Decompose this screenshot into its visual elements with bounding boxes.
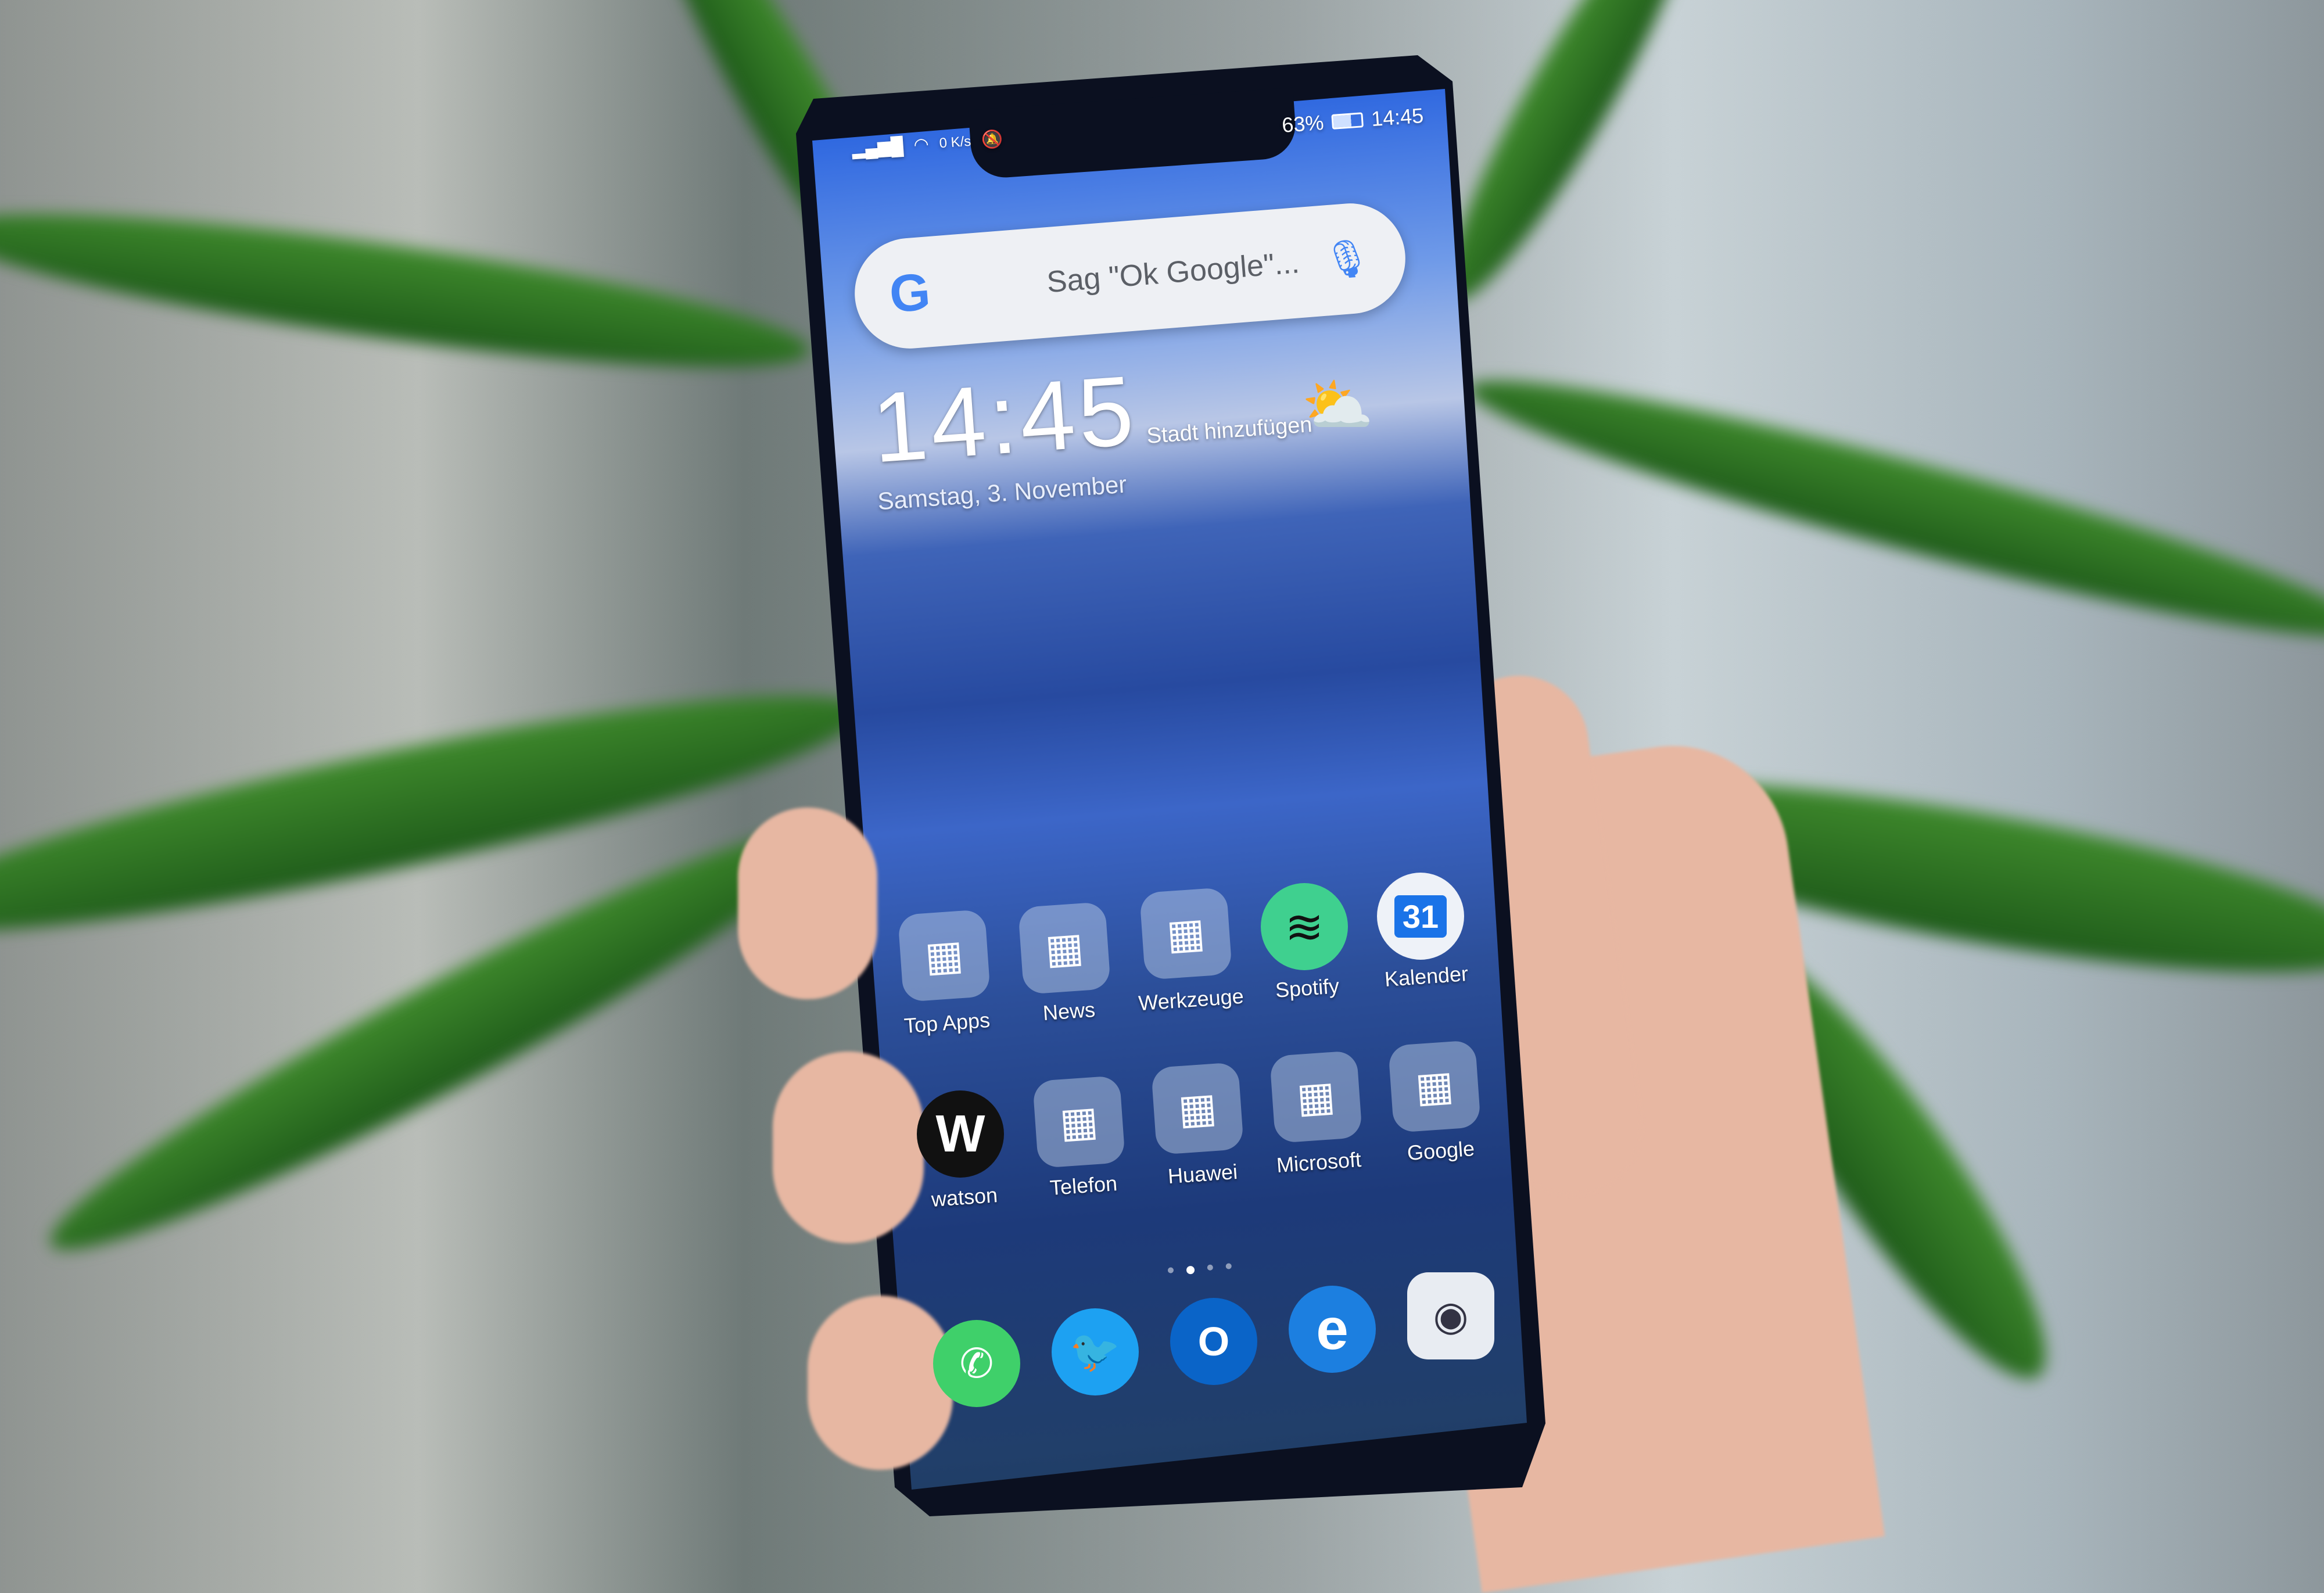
twitter-icon[interactable]: 🐦 [1052, 1308, 1139, 1395]
clock-time: 14:45 [869, 355, 1141, 484]
whatsapp-icon[interactable]: ✆ [933, 1320, 1020, 1407]
calendar-day: 31 [1394, 895, 1447, 938]
network-speed: 0 K/s [938, 133, 972, 151]
battery-percent: 63% [1281, 110, 1325, 137]
status-time: 14:45 [1370, 103, 1425, 131]
page-dot-active [1186, 1265, 1195, 1275]
plant-leaf [0, 184, 816, 397]
plant-leaf [1457, 346, 2324, 671]
microphone-icon[interactable]: 🎙 [1322, 235, 1372, 282]
bell-off-icon: 🔕 [981, 129, 1004, 150]
edge-icon[interactable]: e [1289, 1286, 1376, 1373]
finger [808, 1296, 953, 1470]
folder-werkzeuge[interactable]: ▦ [1139, 887, 1233, 981]
calendar-icon[interactable]: 31 [1377, 873, 1464, 960]
add-city-link[interactable]: Stadt hinzufügen [1146, 412, 1312, 449]
search-placeholder: Sag "Ok Google"... [1045, 246, 1301, 300]
battery-icon [1331, 112, 1364, 130]
partly-cloudy-icon: ⛅ [1301, 373, 1374, 438]
folder-microsoft[interactable]: ▦ [1269, 1050, 1363, 1144]
page-dot [1207, 1264, 1214, 1271]
clock-widget[interactable]: 14:45 Stadt hinzufügen Samstag, 3. Novem… [869, 341, 1317, 515]
watson-icon[interactable]: W [917, 1090, 1004, 1178]
camera-icon[interactable]: ◉ [1407, 1272, 1494, 1359]
signal-icon: ▂▄▆█ [851, 136, 904, 159]
spotify-icon[interactable]: ≋ [1261, 883, 1348, 970]
outlook-icon[interactable]: O [1170, 1298, 1257, 1385]
folder-news[interactable]: ▦ [1017, 901, 1111, 995]
folder-telefon[interactable]: ▦ [1032, 1075, 1126, 1169]
folder-top-apps[interactable]: ▦ [897, 909, 991, 1003]
wifi-icon: ◠ [913, 134, 930, 155]
page-dot [1225, 1263, 1232, 1269]
folder-google[interactable]: ▦ [1387, 1039, 1482, 1133]
page-dot [1167, 1267, 1174, 1273]
google-logo-icon: G [887, 262, 933, 324]
finger [738, 808, 877, 999]
folder-huawei[interactable]: ▦ [1150, 1061, 1245, 1156]
finger [773, 1052, 924, 1243]
